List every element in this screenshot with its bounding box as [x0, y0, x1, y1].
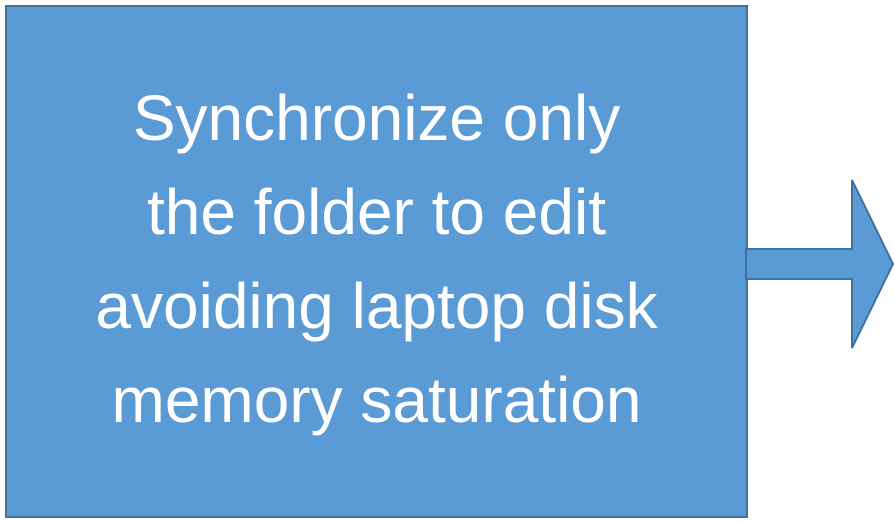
- process-box-line-1: Synchronize only: [132, 81, 621, 154]
- right-arrow-icon: [745, 179, 895, 349]
- process-box-line-3: avoiding laptop disk: [95, 269, 658, 342]
- diagram-canvas: Synchronize only the folder to edit avoi…: [0, 0, 895, 522]
- process-box: Synchronize only the folder to edit avoi…: [5, 5, 748, 518]
- process-box-line-2: the folder to edit: [147, 175, 606, 248]
- process-box-line-4: memory saturation: [111, 363, 642, 436]
- right-arrow-shape: [745, 179, 895, 349]
- process-box-text: Synchronize only the folder to edit avoi…: [95, 71, 657, 447]
